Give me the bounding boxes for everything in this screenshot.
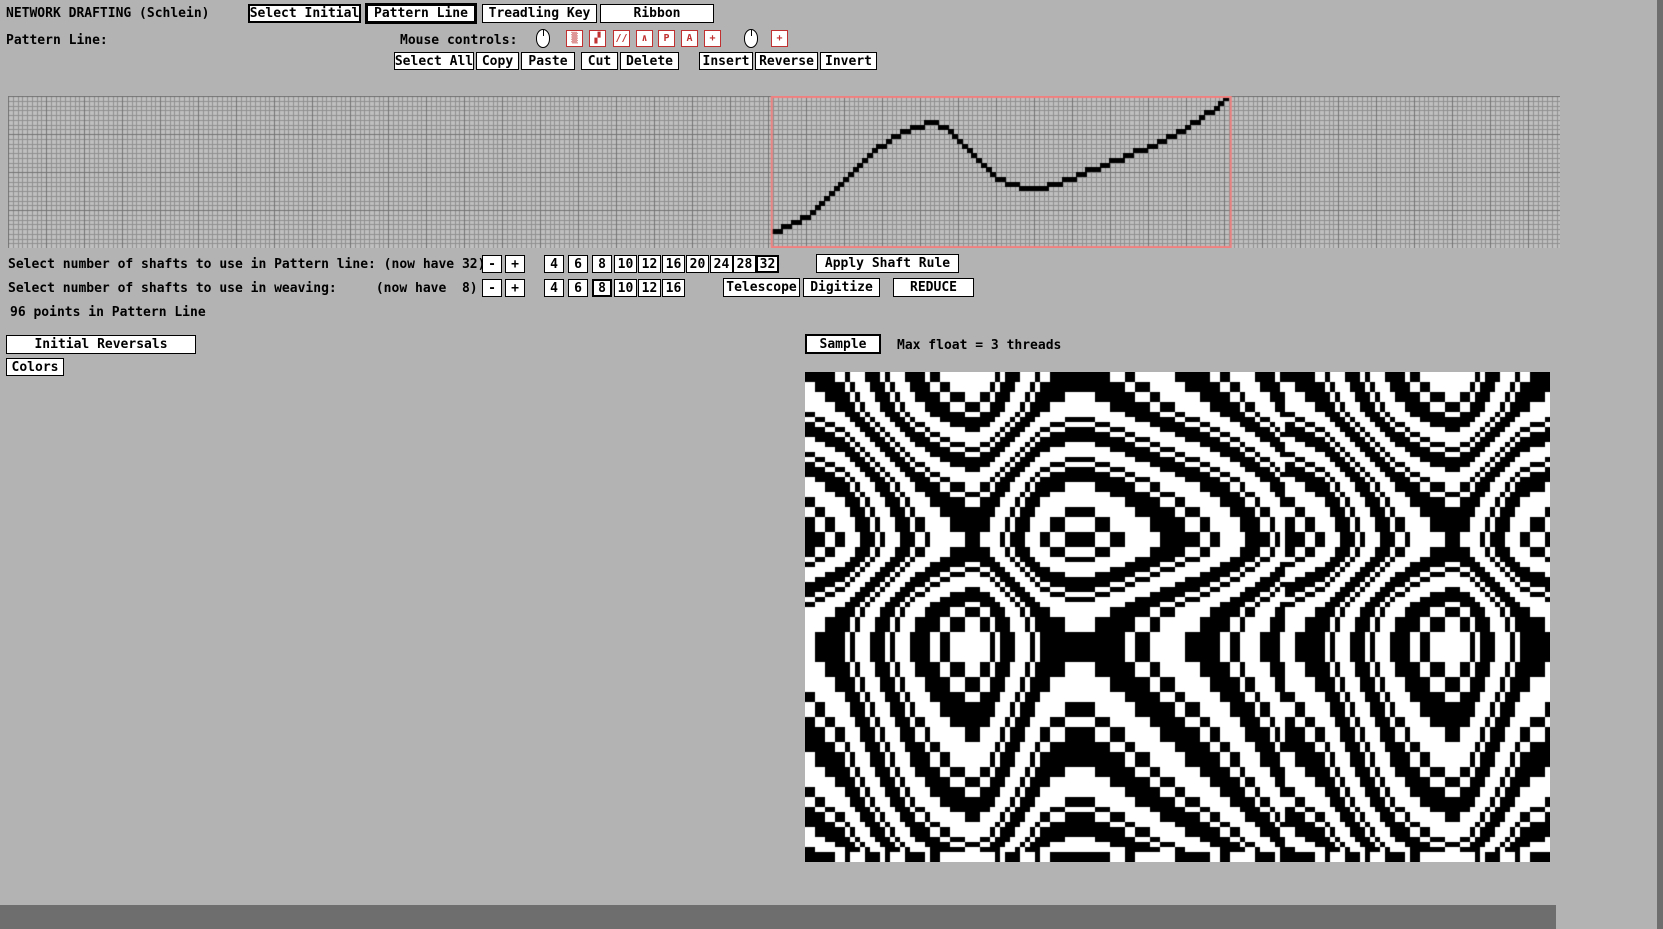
max-float-label: Max float = 3 threads [897, 338, 1061, 353]
insert-button[interactable]: Insert [699, 52, 753, 70]
shafts-28-button[interactable]: 28 [733, 255, 756, 273]
shafts-16-button[interactable]: 16 [662, 255, 685, 273]
weaving-4-button[interactable]: 4 [544, 279, 564, 297]
tab-ribbon[interactable]: Ribbon [600, 4, 714, 23]
draw-curve-icon[interactable]: ▞ [589, 30, 606, 47]
digitize-button[interactable]: Digitize [803, 278, 880, 297]
sample-button[interactable]: Sample [805, 334, 881, 354]
initial-reversals-button[interactable]: Initial Reversals [6, 335, 196, 354]
shafts-8-button[interactable]: 8 [592, 255, 612, 273]
reduce-button[interactable]: REDUCE [893, 278, 974, 297]
tab-select-initial[interactable]: Select Initial [248, 4, 361, 23]
parabola-icon[interactable]: P [658, 30, 675, 47]
weaving-6-button[interactable]: 6 [568, 279, 588, 297]
mouse-left-icon [536, 29, 550, 48]
colors-button[interactable]: Colors [6, 358, 64, 376]
grid-plus-icon[interactable]: + [704, 30, 721, 47]
shafts-4-button[interactable]: 4 [544, 255, 564, 273]
weaving-minus-button[interactable]: - [482, 279, 502, 297]
shafts-12-button[interactable]: 12 [638, 255, 661, 273]
select-all-button[interactable]: Select All [394, 52, 474, 70]
shafts-24-button[interactable]: 24 [710, 255, 733, 273]
shafts-32-button[interactable]: 32 [756, 255, 779, 273]
weaving-shafts-label: Select number of shafts to use in weavin… [8, 281, 478, 296]
weaving-12-button[interactable]: 12 [638, 279, 661, 297]
shafts-20-button[interactable]: 20 [686, 255, 709, 273]
weaving-10-button[interactable]: 10 [614, 279, 637, 297]
mouse-controls-label: Mouse controls: [400, 33, 517, 48]
shafts-minus-button[interactable]: - [482, 255, 502, 273]
peak-icon[interactable]: ∧ [636, 30, 653, 47]
copy-button[interactable]: Copy [476, 52, 519, 70]
mouse-right-icon [744, 29, 758, 48]
apply-shaft-rule-button[interactable]: Apply Shaft Rule [816, 254, 959, 273]
draw-freehand-icon[interactable]: ▒ [566, 30, 583, 47]
weaving-plus-button[interactable]: + [505, 279, 525, 297]
tab-pattern-line[interactable]: Pattern Line [365, 3, 477, 24]
pattern-line-label: Pattern Line: [6, 33, 108, 48]
cut-button[interactable]: Cut [581, 52, 618, 70]
shafts-plus-button[interactable]: + [505, 255, 525, 273]
shaft-rule-label: Select number of shafts to use in Patter… [8, 257, 485, 272]
app-window: NETWORK DRAFTING (Schlein) Select Initia… [0, 0, 1663, 929]
telescope-button[interactable]: Telescope [723, 278, 800, 297]
bottom-scroll-strip[interactable] [0, 905, 1556, 929]
paste-button[interactable]: Paste [521, 52, 575, 70]
reverse-button[interactable]: Reverse [755, 52, 818, 70]
shafts-10-button[interactable]: 10 [614, 255, 637, 273]
shafts-6-button[interactable]: 6 [568, 255, 588, 273]
weaving-8-button[interactable]: 8 [592, 279, 612, 297]
delete-button[interactable]: Delete [620, 52, 679, 70]
invert-button[interactable]: Invert [820, 52, 877, 70]
grid-plus-2-icon[interactable]: + [771, 30, 788, 47]
pattern-line-grid[interactable] [8, 96, 1560, 248]
points-status: 96 points in Pattern Line [10, 305, 206, 320]
weave-sample-preview [805, 372, 1550, 862]
tab-treadling-key[interactable]: Treadling Key [482, 4, 597, 23]
arc-icon[interactable]: A [681, 30, 698, 47]
weaving-16-button[interactable]: 16 [662, 279, 685, 297]
right-edge-strip [1657, 0, 1663, 929]
app-title: NETWORK DRAFTING (Schlein) [6, 6, 210, 21]
hatch-lines-icon[interactable]: // [613, 30, 630, 47]
